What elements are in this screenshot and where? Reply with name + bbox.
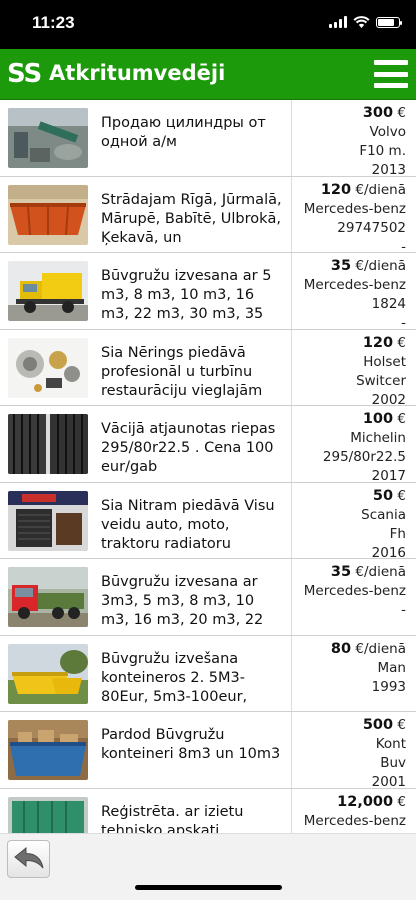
column-divider [291,482,292,558]
listing-description[interactable]: Pardod Būvgružu konteineri 8m3 un 10m3 [101,726,284,764]
listing-info: 500 € Kont Buv 2001 [293,716,406,792]
listing-thumbnail[interactable] [8,796,88,833]
listing-brand: Kont [375,736,406,752]
back-button[interactable] [7,840,50,878]
listing-model: F10 m. [359,143,406,159]
back-arrow-icon [13,846,43,869]
listing-thumbnail[interactable] [8,490,88,551]
listing-description[interactable]: Vācijā atjaunotas riepas 295/80r22.5 . C… [101,420,284,477]
listing-description[interactable]: Продаю цилиндры от одной а/м [101,114,284,152]
home-indicator [135,885,282,890]
list-item[interactable]: Pardod Būvgružu konteineri 8m3 un 10m3 5… [0,712,416,792]
listing-model: Buv [380,755,406,771]
listing-model: - [401,602,406,618]
listing-brand: Holset [363,353,406,370]
listing-description[interactable]: Sia Nitram piedāvā Visu veidu auto, moto… [101,497,284,554]
listing-model: Switcer [356,372,406,389]
listing-price: 120 € [362,334,406,351]
status-time: 11:23 [32,13,75,32]
page-title: Atkritumvedēji [49,61,226,85]
listing-description[interactable]: Sia Nērings piedāvā profesionāl u turbīn… [101,344,284,401]
listing-info: 100 € Michelin 295/80r22.5 2017 [293,410,406,486]
listing-brand: Volvo [369,124,406,140]
column-divider [291,559,292,635]
listing-brand: Man [377,659,406,676]
listing-price: 35 €/dienā [330,258,406,274]
status-icons [329,16,402,28]
listing-info: 120 € Holset Switcer 2002 [293,334,406,410]
listing-brand: Michelin [350,430,406,446]
listing-model: 1993 [371,678,406,695]
column-divider [291,100,292,176]
listing-model: 29747502 [337,219,406,236]
listing-info: 35 €/dienā Mercedes-benz 1824 - [293,257,406,333]
listing-thumbnail[interactable] [8,261,88,321]
listing-price: 35 €/dienā [330,564,406,580]
listing-description[interactable]: Būvgružu izvešana konteineros 2. 5M3-80E… [101,650,284,707]
listings-list: Продаю цилиндры от одной а/м 300 € Volvo… [0,100,416,833]
listing-info: 35 €/dienā Mercedes-benz - [293,563,406,620]
status-bar: 11:23 [0,0,416,49]
listing-info: 300 € Volvo F10 m. 2013 [293,104,406,180]
listing-description[interactable]: Reģistrēta. ar izietu tehnisko apskati. [101,803,284,834]
column-divider [291,253,292,329]
listing-price: 50 € [372,487,406,504]
listing-thumbnail[interactable] [8,643,88,704]
listing-price: 120 €/dienā [320,181,406,198]
listing-price: 500 € [362,717,406,733]
listing-thumbnail[interactable] [8,184,88,245]
column-divider [291,635,292,711]
list-item[interactable]: Продаю цилиндры от одной а/м 300 € Volvo… [0,100,416,180]
list-item[interactable]: Sia Nērings piedāvā profesionāl u turbīn… [0,329,416,410]
listing-model: 1824 [371,296,406,312]
list-item[interactable]: Būvgružu izvesana ar 3m3, 5 m3, 8 m3, 10… [0,559,416,636]
cellular-signal-icon [329,16,347,28]
listing-description[interactable]: Būvgružu izvesana ar 3m3, 5 m3, 8 m3, 10… [101,573,284,630]
list-item[interactable]: Būvgružu izvesana ar 5 m3, 8 m3, 10 m3, … [0,253,416,333]
site-logo[interactable]: SS [7,59,42,89]
list-item[interactable]: Vācijā atjaunotas riepas 295/80r22.5 . C… [0,406,416,486]
column-divider [291,406,292,482]
listing-thumbnail[interactable] [8,337,88,398]
listing-description[interactable]: Strādajam Rīgā, Jūrmalā, Mārupē, Babītē,… [101,191,284,248]
listing-brand: Mercedes-benz [303,583,406,599]
listing-price: 100 € [362,411,406,427]
listing-thumbnail[interactable] [8,414,88,474]
listing-thumbnail[interactable] [8,108,88,168]
hamburger-menu-icon[interactable] [374,57,408,91]
list-item[interactable]: Sia Nitram piedāvā Visu veidu auto, moto… [0,482,416,563]
column-divider [291,788,292,833]
listing-model: 295/80r22.5 [322,449,406,465]
listing-brand: Mercedes-benz [303,200,406,217]
list-item[interactable]: Strādajam Rīgā, Jūrmalā, Mārupē, Babītē,… [0,176,416,257]
listing-price: 80 €/dienā [330,640,406,657]
list-item[interactable]: Būvgružu izvešana konteineros 2. 5M3-80E… [0,635,416,712]
column-divider [291,176,292,252]
listing-description[interactable]: Būvgružu izvesana ar 5 m3, 8 m3, 10 m3, … [101,267,284,324]
battery-icon [376,16,402,28]
listing-brand: Scania [361,506,406,523]
column-divider [291,329,292,405]
listing-info: 120 €/dienā Mercedes-benz 29747502 - [293,181,406,257]
listing-price: 300 € [362,105,406,121]
column-divider [291,712,292,788]
listing-brand: Mercedes-benz [303,812,406,829]
listing-info: 50 € Scania Fh 2016 [293,487,406,563]
listing-brand: Mercedes-benz [303,277,406,293]
list-item[interactable]: Reģistrēta. ar izietu tehnisko apskati. … [0,788,416,834]
app-header: SS Atkritumvedēji [0,49,416,100]
listing-model: Fh [389,525,406,542]
listing-info: 12,000 € Mercedes-benz [293,793,406,831]
listing-thumbnail[interactable] [8,720,88,780]
wifi-icon [353,16,370,28]
listing-info: 80 €/dienā Man 1993 [293,640,406,697]
listing-price: 12,000 € [337,793,406,810]
listing-thumbnail[interactable] [8,567,88,627]
